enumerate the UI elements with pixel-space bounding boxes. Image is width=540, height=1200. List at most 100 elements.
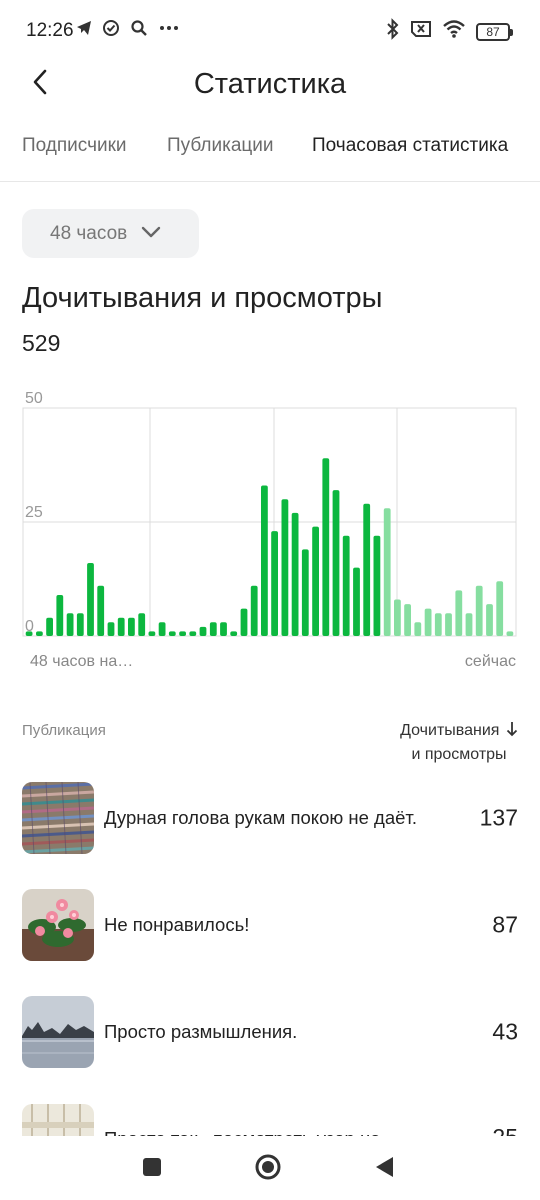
chart-bar bbox=[455, 590, 463, 636]
chart-bar bbox=[66, 613, 74, 636]
chart-bar bbox=[168, 631, 176, 636]
arrow-down-icon bbox=[506, 721, 518, 744]
chart-bar bbox=[76, 613, 84, 636]
publication-row[interactable]: Просто так...посмотреть узор на 25 bbox=[22, 1104, 522, 1136]
publication-thumbnail bbox=[22, 782, 94, 854]
chart-bar bbox=[301, 549, 309, 636]
chart-bar bbox=[373, 535, 381, 636]
recents-square-icon bbox=[142, 1157, 162, 1182]
chart-x-end-label: сейчас bbox=[465, 653, 516, 670]
publication-count: 137 bbox=[479, 804, 518, 831]
wifi-icon bbox=[442, 19, 466, 44]
period-dropdown-value: 48 часов bbox=[50, 222, 128, 244]
chart-bar bbox=[394, 599, 401, 636]
chart-y-tick-label: 50 bbox=[25, 390, 43, 407]
chart-bar bbox=[128, 617, 135, 636]
publication-count: 43 bbox=[492, 1018, 518, 1045]
chart-bar bbox=[189, 631, 197, 636]
publication-row[interactable]: Дурная голова рукам покою не даёт. 137 bbox=[22, 782, 522, 854]
chart-bar bbox=[486, 604, 493, 636]
list-header-reads-line1: Дочитывания bbox=[400, 722, 500, 739]
chart-grid bbox=[22, 407, 517, 637]
chart-bar bbox=[199, 626, 207, 636]
search-icon bbox=[130, 19, 148, 42]
chart-bar bbox=[342, 535, 350, 636]
chart-bar bbox=[46, 617, 53, 636]
chart-bar bbox=[414, 622, 422, 636]
publication-title: Просто размышления. bbox=[104, 1021, 298, 1042]
chart-bar bbox=[281, 499, 289, 636]
chart-bar bbox=[291, 512, 299, 636]
chart-bar bbox=[404, 604, 411, 636]
tab-subscribers[interactable]: Подписчики bbox=[22, 135, 127, 157]
chart-bar bbox=[240, 608, 248, 636]
chart-bar bbox=[465, 613, 473, 636]
chart-y-tick-label: 25 bbox=[25, 504, 43, 521]
period-dropdown[interactable]: 48 часов bbox=[22, 209, 199, 258]
chart-bar bbox=[250, 585, 258, 636]
tab-hourly-statistics[interactable]: Почасовая статистика bbox=[312, 135, 508, 157]
chart-bar bbox=[117, 617, 125, 636]
chart-bar bbox=[424, 608, 432, 636]
chart-bar bbox=[158, 622, 166, 636]
page-title: Статистика bbox=[193, 68, 347, 100]
chart-bar bbox=[209, 622, 217, 636]
back-triangle-icon bbox=[373, 1155, 395, 1184]
list-overflow-clip: Просто так...посмотреть узор на 25 bbox=[0, 1100, 540, 1136]
chart-bar bbox=[138, 613, 146, 636]
chart-bar bbox=[312, 526, 319, 636]
home-button[interactable] bbox=[251, 1152, 285, 1186]
chevron-down-icon bbox=[141, 225, 161, 243]
chart-bar bbox=[475, 585, 483, 636]
publication-count: 87 bbox=[492, 911, 518, 938]
telegram-icon bbox=[76, 20, 92, 41]
publication-thumbnail bbox=[22, 996, 94, 1068]
total-value: 529 bbox=[22, 330, 61, 356]
chart-bar bbox=[230, 631, 238, 636]
chart-bar bbox=[434, 613, 442, 636]
chart-bar bbox=[56, 595, 64, 636]
publication-count: 25 bbox=[492, 1124, 518, 1136]
chart-bar bbox=[148, 631, 156, 636]
status-time: 12:26 bbox=[26, 20, 74, 41]
publication-title: Просто так...посмотреть узор на bbox=[104, 1126, 424, 1136]
recents-button[interactable] bbox=[135, 1152, 169, 1186]
bluetooth-icon bbox=[386, 18, 400, 45]
chart-bar bbox=[445, 613, 452, 636]
status-bar: 12:26 87 bbox=[0, 0, 540, 60]
chart-bar bbox=[322, 458, 330, 636]
section-title: Дочитывания и просмотры bbox=[22, 282, 383, 314]
list-header-reads-line2: и просмотры bbox=[411, 746, 507, 763]
chart-bar bbox=[87, 563, 94, 636]
chart-bar bbox=[332, 490, 340, 636]
chart-bar bbox=[353, 567, 360, 636]
publication-row[interactable]: Просто размышления. 43 bbox=[22, 996, 522, 1068]
chart-bar bbox=[179, 631, 186, 636]
check-circle-icon bbox=[102, 19, 120, 42]
back-nav-button[interactable] bbox=[367, 1152, 401, 1186]
chart-bar bbox=[261, 485, 268, 636]
tab-publications[interactable]: Публикации bbox=[167, 135, 274, 157]
top-bar: Статистика bbox=[0, 60, 540, 106]
chart-bar bbox=[496, 581, 504, 636]
status-left-icons bbox=[76, 19, 180, 42]
chart-bar bbox=[107, 622, 115, 636]
home-circle-icon bbox=[254, 1153, 282, 1186]
publication-title: Дурная голова рукам покою не даёт. bbox=[104, 807, 417, 828]
chart-bar bbox=[506, 631, 514, 636]
chart-y-tick-label: 0 bbox=[25, 618, 34, 635]
chart-x-start-label: 48 часов на… bbox=[30, 653, 133, 670]
sort-by-reads-button[interactable]: Дочитывания и просмотры bbox=[394, 720, 524, 766]
system-nav-bar bbox=[0, 1136, 540, 1200]
more-dots-icon bbox=[158, 19, 180, 42]
battery-icon: 87 bbox=[476, 22, 513, 41]
chart-bar bbox=[383, 508, 391, 636]
tab-bar: Подписчики Публикации Почасовая статисти… bbox=[0, 126, 540, 182]
publication-thumbnail bbox=[22, 1104, 94, 1136]
chart-bar bbox=[97, 585, 105, 636]
hourly-bar-chart: 50 25 0 48 часов на… сейчас bbox=[0, 384, 540, 674]
list-header-publication: Публикация bbox=[22, 722, 106, 739]
chart-svg: 50 25 0 48 часов на… сейчас bbox=[22, 390, 517, 670]
publication-title: Не понравилось! bbox=[104, 914, 250, 935]
publication-row[interactable]: Не понравилось! 87 bbox=[22, 889, 522, 961]
